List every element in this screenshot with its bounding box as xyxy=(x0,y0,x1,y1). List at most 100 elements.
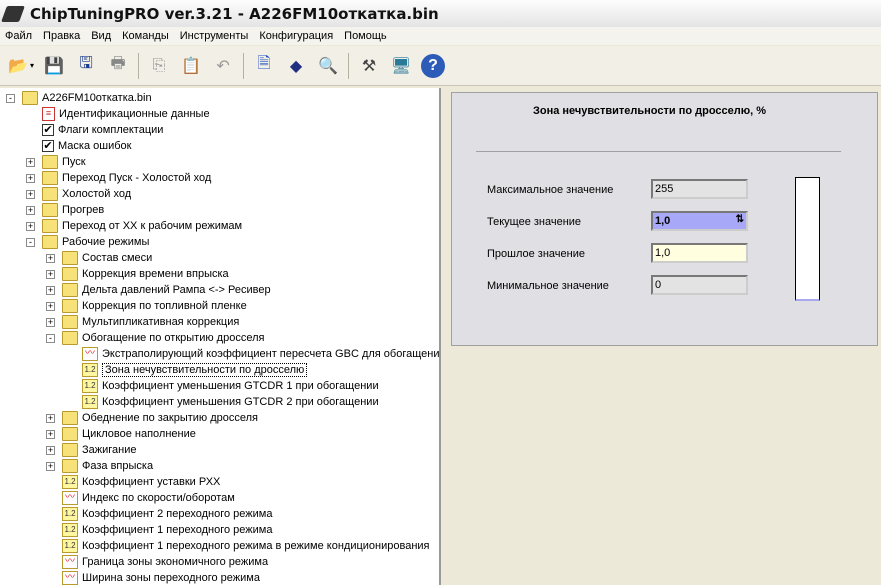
info-icon[interactable]: ◆ xyxy=(284,54,308,78)
expand-icon[interactable]: + xyxy=(46,430,55,439)
tree-item[interactable]: Пуск xyxy=(42,154,86,170)
tree-item[interactable]: ✔ Маска ошибок xyxy=(42,138,131,154)
tree-item[interactable]: 1.2 Коэффициент 1 переходного режима xyxy=(62,522,272,538)
tree-item[interactable]: Коррекция по топливной пленке xyxy=(62,298,247,314)
tools-icon[interactable]: ⚒ xyxy=(357,54,381,78)
save-icon[interactable]: 💾 xyxy=(42,54,66,78)
tree-item[interactable]: 1.2 Коэффициент уставки РХХ xyxy=(62,474,220,490)
expand-icon[interactable]: + xyxy=(26,158,35,167)
expand-icon[interactable]: + xyxy=(46,462,55,471)
expand-icon[interactable]: + xyxy=(46,318,55,327)
separator xyxy=(348,52,350,79)
network-icon[interactable]: 🖥 xyxy=(389,54,413,78)
tree-item-label: Зона нечувствительности по дросселю xyxy=(102,363,308,377)
tree-item[interactable]: 〰 Экстраполирующий коэффициент пересчета … xyxy=(82,346,439,362)
collapse-icon[interactable]: - xyxy=(46,334,55,343)
divider xyxy=(476,151,841,152)
tree-item-label: Дельта давлений Рампа <-> Ресивер xyxy=(82,284,271,296)
tree-item[interactable]: 1.2 Коэффициент уменьшения GTCDR 2 при об… xyxy=(82,394,379,410)
tree-item[interactable]: Переход от ХХ к рабочим режимам xyxy=(42,218,242,234)
tree-item[interactable]: 〰 Граница зоны экономичного режима xyxy=(62,554,268,570)
tree-item-label: Обогащение по открытию дросселя xyxy=(82,332,265,344)
tree-item[interactable]: 1.2 Коэффициент 1 переходного режима в ре… xyxy=(62,538,430,554)
num-icon: 1.2 xyxy=(62,475,78,489)
folder-icon xyxy=(62,427,78,441)
menu-file[interactable]: Файл xyxy=(0,30,38,42)
tree-item[interactable]: Переход Пуск - Холостой ход xyxy=(42,170,211,186)
tree-item[interactable]: 〰 Ширина зоны переходного режима xyxy=(62,570,260,585)
tree-item-label: Мультипликативная коррекция xyxy=(82,316,240,328)
tree-item[interactable]: 1.2 Зона нечувствительности по дросселю xyxy=(82,362,308,378)
chart-icon: 〰 xyxy=(62,555,78,569)
check-icon: ✔ xyxy=(42,140,54,152)
paste-icon[interactable]: 📋 xyxy=(179,54,203,78)
expand-icon[interactable]: + xyxy=(26,190,35,199)
value-level-bar xyxy=(795,177,820,301)
expand-icon[interactable]: + xyxy=(26,206,35,215)
menu-help[interactable]: Помощь xyxy=(339,30,393,42)
spin-arrows-icon[interactable]: ⇅ xyxy=(736,214,744,225)
tree-item[interactable]: Состав смеси xyxy=(62,250,152,266)
copy-icon[interactable]: ⎘ xyxy=(147,54,171,78)
expand-icon[interactable]: + xyxy=(46,302,55,311)
previous-label: Прошлое значение xyxy=(487,248,585,260)
expand-icon[interactable]: + xyxy=(46,414,55,423)
tree-item[interactable]: 1.2 Коэффициент 2 переходного режима xyxy=(62,506,272,522)
tree-view[interactable]: - A226FM10откатка.bin ≡ Идентификационные д… xyxy=(0,88,441,585)
open-icon[interactable]: 📂 xyxy=(6,54,30,78)
menu-config[interactable]: Конфигурация xyxy=(254,30,339,42)
tree-item[interactable]: Рабочие режимы xyxy=(42,234,149,250)
tree-item[interactable]: Фаза впрыска xyxy=(62,458,153,474)
tree-item[interactable]: Зажигание xyxy=(62,442,137,458)
expand-icon[interactable]: + xyxy=(26,222,35,231)
tree-item[interactable]: Коррекция времени впрыска xyxy=(62,266,229,282)
save-as-icon[interactable]: 🖫 xyxy=(74,54,98,78)
folder-icon xyxy=(62,299,78,313)
tree-item-label: Холостой ход xyxy=(62,188,132,200)
help-icon[interactable]: ? xyxy=(421,53,446,78)
expand-icon[interactable]: + xyxy=(46,254,55,263)
tree-item-label: Прогрев xyxy=(62,204,105,216)
tree-item[interactable]: Дельта давлений Рампа <-> Ресивер xyxy=(62,282,271,298)
tree-item[interactable]: ✔ Флаги комплектации xyxy=(42,122,163,138)
num-icon: 1.2 xyxy=(82,395,98,409)
folder-icon xyxy=(42,171,58,185)
menu-view[interactable]: Вид xyxy=(86,30,117,42)
menu-commands[interactable]: Команды xyxy=(117,30,175,42)
folder-icon xyxy=(62,315,78,329)
folder-icon xyxy=(62,267,78,281)
tree-item-label: Ширина зоны переходного режима xyxy=(82,572,260,584)
tree-item[interactable]: A226FM10откатка.bin xyxy=(22,90,152,106)
tree-item-label: Индекс по скорости/оборотам xyxy=(82,492,235,504)
collapse-icon[interactable]: - xyxy=(26,238,35,247)
tree-item-label: A226FM10откатка.bin xyxy=(42,92,152,104)
expand-icon[interactable]: + xyxy=(46,270,55,279)
tree-item[interactable]: 1.2 Коэффициент уменьшения GTCDR 1 при об… xyxy=(82,378,379,394)
tree-item[interactable]: Мультипликативная коррекция xyxy=(62,314,239,330)
tree-item-label: Переход Пуск - Холостой ход xyxy=(62,172,212,184)
report-icon[interactable]: 🗎 xyxy=(252,54,276,78)
tree-item-label: Маска ошибок xyxy=(58,140,132,152)
expand-icon[interactable]: + xyxy=(46,446,55,455)
chart-icon: 〰 xyxy=(62,571,78,585)
current-label: Текущее значение xyxy=(487,216,582,228)
menu-tools[interactable]: Инструменты xyxy=(175,30,255,42)
tree-item[interactable]: 〰 Индекс по скорости/оборотам xyxy=(62,490,235,506)
tree-item[interactable]: Холостой ход xyxy=(42,186,131,202)
window-title: ChipTuningPRO ver.3.21 - A226FM10откатка… xyxy=(30,4,439,23)
tree-item[interactable]: Прогрев xyxy=(42,202,104,218)
tree-item[interactable]: Обогащение по открытию дросселя xyxy=(62,330,264,346)
print-icon[interactable]: 🖶 xyxy=(106,54,130,78)
max-label: Максимальное значение xyxy=(487,184,614,196)
collapse-icon[interactable]: - xyxy=(6,94,15,103)
expand-icon[interactable]: + xyxy=(26,174,35,183)
search-icon[interactable]: 🔍 xyxy=(316,54,340,78)
tree-item[interactable]: Обеднение по закрытию дросселя xyxy=(62,410,258,426)
tree-item[interactable]: ≡ Идентификационные данные xyxy=(42,106,210,122)
current-value-input[interactable]: 1,0 ⇅ xyxy=(651,211,748,231)
expand-icon[interactable]: + xyxy=(46,286,55,295)
tree-item[interactable]: Цикловое наполнение xyxy=(62,426,196,442)
current-value: 1,0 xyxy=(655,215,671,227)
undo-icon[interactable]: ↶ xyxy=(211,54,235,78)
menu-edit[interactable]: Правка xyxy=(38,30,86,42)
